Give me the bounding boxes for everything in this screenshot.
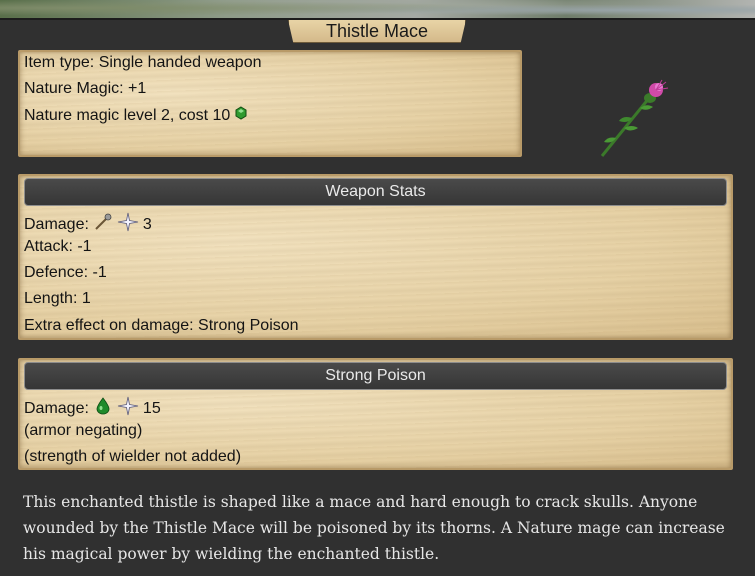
item-info-box: Item type: Single handed weapon Nature M… bbox=[18, 50, 522, 157]
item-description: This enchanted thistle is shaped like a … bbox=[23, 493, 725, 563]
attack-text: Attack: -1 bbox=[24, 238, 92, 255]
weapon-damage-row: Damage: 3 bbox=[24, 212, 152, 237]
world-map-background bbox=[0, 0, 755, 20]
item-info-panel: Thistle Mace Item type: Single handed we… bbox=[0, 18, 755, 576]
strong-poison-box: Strong Poison Damage: 15 (armor negating… bbox=[18, 358, 733, 470]
weapon-stats-box: Weapon Stats Damage: 3 Attack: -1 Defenc… bbox=[18, 174, 733, 340]
item-type-text: Item type: Single handed weapon bbox=[24, 54, 262, 71]
strong-poison-header: Strong Poison bbox=[24, 362, 727, 390]
weapon-stats-header: Weapon Stats bbox=[24, 178, 727, 206]
poison-damage-label: Damage: bbox=[24, 399, 89, 417]
defence-text: Defence: -1 bbox=[24, 264, 107, 281]
strength-not-added-text: (strength of wielder not added) bbox=[24, 448, 242, 465]
thistle-mace-icon bbox=[596, 78, 676, 160]
mace-icon bbox=[93, 213, 113, 236]
sparkle-icon bbox=[117, 396, 139, 421]
nature-magic-text: Nature Magic: +1 bbox=[24, 80, 147, 97]
sparkle-icon bbox=[117, 212, 139, 237]
armor-negating-text: (armor negating) bbox=[24, 422, 143, 439]
length-text: Length: 1 bbox=[24, 290, 91, 307]
magic-level-row: Nature magic level 2, cost 10 bbox=[24, 106, 248, 125]
item-title: Thistle Mace bbox=[288, 20, 466, 43]
poison-damage-row: Damage: 15 bbox=[24, 396, 161, 421]
green-gem-icon bbox=[234, 106, 248, 125]
weapon-damage-value: 3 bbox=[142, 215, 152, 233]
magic-level-text: Nature magic level 2, cost 10 bbox=[24, 106, 231, 124]
poison-drop-icon bbox=[93, 397, 113, 420]
extra-effect-text: Extra effect on damage: Strong Poison bbox=[24, 317, 299, 334]
weapon-damage-label: Damage: bbox=[24, 215, 89, 233]
poison-damage-value: 15 bbox=[142, 399, 161, 417]
